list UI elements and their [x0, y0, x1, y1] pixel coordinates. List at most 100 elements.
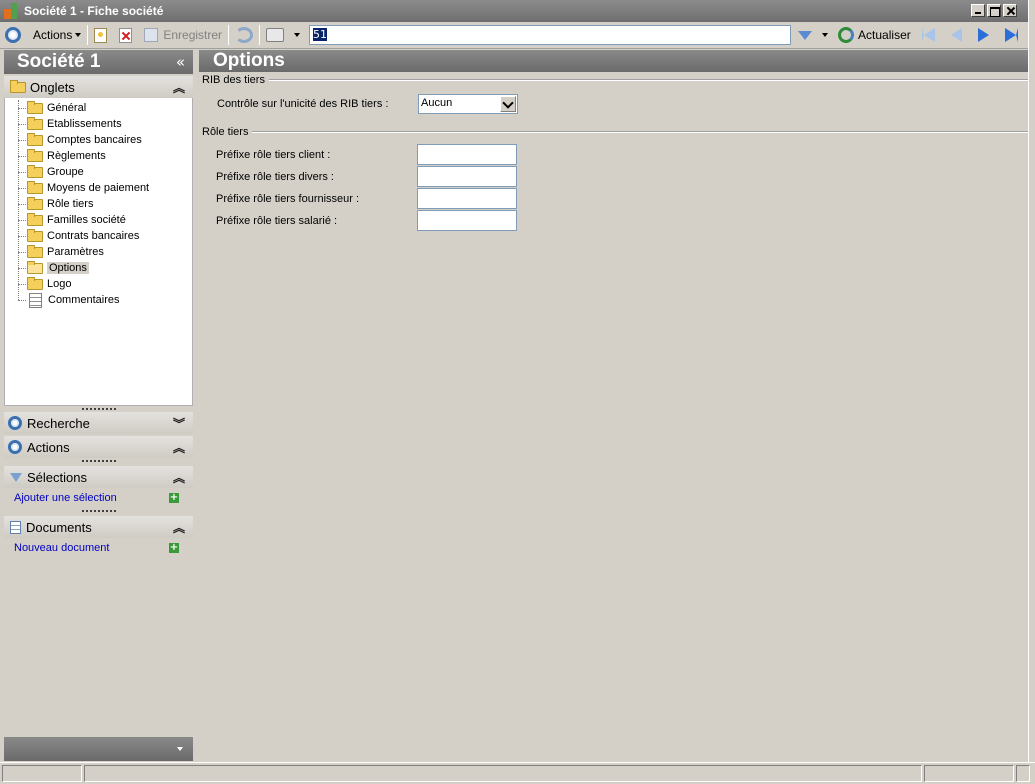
- section-documents[interactable]: Documents ︽: [4, 516, 193, 538]
- folder-icon: [27, 148, 43, 162]
- rib-control-value: Aucun: [421, 97, 453, 109]
- section-actions[interactable]: Actions ︽: [4, 436, 193, 458]
- rib-control-select[interactable]: Aucun: [418, 94, 518, 114]
- tabs-tree: Général Etablissements Comptes bancaires…: [4, 98, 193, 406]
- section-recherche-label: Recherche: [27, 415, 90, 431]
- status-cell: [924, 765, 1014, 782]
- tree-item-label: Contrats bancaires: [47, 230, 140, 242]
- search-input[interactable]: 51: [309, 25, 792, 45]
- new-document-row: Nouveau document +: [4, 538, 193, 558]
- folder-icon: [27, 116, 43, 130]
- section-onglets[interactable]: Onglets ︽: [4, 76, 193, 98]
- close-button[interactable]: [1003, 4, 1017, 17]
- refresh-label: Actualiser: [858, 28, 911, 42]
- chevron-down-icon: [75, 33, 82, 37]
- sidebar-header: Société 1 «: [4, 50, 193, 74]
- chevron-down-icon[interactable]: [500, 96, 516, 112]
- first-record-icon[interactable]: [921, 28, 935, 42]
- tree-item-options[interactable]: Options: [5, 260, 192, 276]
- sync-button[interactable]: [232, 24, 256, 46]
- tree-item-familles-societe[interactable]: Familles société: [5, 212, 192, 228]
- prefix-salarie-field[interactable]: [417, 210, 517, 231]
- tree-item-contrats-bancaires[interactable]: Contrats bancaires: [5, 228, 192, 244]
- resize-grip[interactable]: [1016, 765, 1030, 782]
- actions-circle-icon: [8, 440, 22, 454]
- tree-item-role-tiers[interactable]: Rôle tiers: [5, 196, 192, 212]
- print-button[interactable]: [263, 24, 303, 46]
- tree-item-logo[interactable]: Logo: [5, 276, 192, 292]
- add-icon[interactable]: +: [169, 543, 179, 553]
- next-record-icon[interactable]: [977, 28, 989, 42]
- splitter-grip[interactable]: [4, 458, 193, 464]
- section-selections-label: Sélections: [27, 469, 87, 485]
- collapse-section-icon[interactable]: ︽: [173, 439, 185, 456]
- rib-control-label: Contrôle sur l'unicité des RIB tiers :: [217, 98, 389, 110]
- tree-item-comptes-bancaires[interactable]: Comptes bancaires: [5, 132, 192, 148]
- prefix-client-field[interactable]: [417, 144, 517, 165]
- window-edge: [1028, 0, 1035, 784]
- refresh-button[interactable]: Actualiser: [835, 24, 914, 46]
- tree-item-label: Comptes bancaires: [47, 134, 142, 146]
- previous-record-icon[interactable]: [950, 28, 962, 42]
- group-rib-des-tiers: RIB des tiers: [202, 74, 1028, 86]
- tree-item-moyens-de-paiement[interactable]: Moyens de paiement: [5, 180, 192, 196]
- filter-icon: [798, 30, 813, 40]
- last-record-icon[interactable]: [1004, 28, 1018, 42]
- tree-item-label: Etablissements: [47, 118, 122, 130]
- collapse-section-icon[interactable]: ︽: [173, 469, 185, 486]
- prefix-divers-field[interactable]: [417, 166, 517, 187]
- tree-item-parametres[interactable]: Paramètres: [5, 244, 192, 260]
- chevron-down-icon[interactable]: [177, 747, 183, 751]
- tree-item-etablissements[interactable]: Etablissements: [5, 116, 192, 132]
- toolbar-separator: [228, 25, 230, 45]
- expand-section-icon[interactable]: ︾: [173, 415, 185, 432]
- section-selections[interactable]: Sélections ︽: [4, 466, 193, 488]
- section-recherche[interactable]: Recherche ︾: [4, 412, 193, 434]
- tree-item-label: Moyens de paiement: [47, 182, 150, 194]
- actions-menu-button[interactable]: Actions: [30, 24, 84, 46]
- tree-item-reglements[interactable]: Règlements: [5, 148, 192, 164]
- status-cell: [84, 765, 922, 782]
- toolbar: Actions Enregistrer 51 Actualiser: [0, 22, 1028, 49]
- folder-icon: [27, 196, 43, 210]
- folder-icon: [27, 100, 43, 114]
- add-icon[interactable]: +: [169, 493, 179, 503]
- add-selection-link[interactable]: Ajouter une sélection: [14, 492, 117, 504]
- home-button[interactable]: [0, 24, 24, 46]
- tree-item-label: Options: [47, 262, 89, 274]
- minimize-button[interactable]: [971, 4, 985, 17]
- collapse-sidebar-icon[interactable]: «: [176, 53, 185, 71]
- delete-icon: [119, 27, 133, 43]
- collapse-section-icon[interactable]: ︽: [173, 79, 185, 96]
- save-label: Enregistrer: [163, 28, 223, 42]
- maximize-button[interactable]: [987, 4, 1001, 17]
- save-button[interactable]: Enregistrer: [141, 24, 225, 46]
- tree-item-label: Rôle tiers: [47, 198, 94, 210]
- folder-icon: [27, 180, 43, 194]
- tree-item-general[interactable]: Général: [5, 100, 192, 116]
- save-icon: [144, 28, 159, 42]
- refresh-icon: [838, 27, 855, 43]
- tree-item-commentaires[interactable]: Commentaires: [5, 292, 192, 308]
- delete-button[interactable]: [116, 24, 135, 46]
- chevron-down-icon: [822, 33, 829, 37]
- add-selection-row: Ajouter une sélection +: [4, 488, 193, 508]
- splitter-grip[interactable]: [4, 508, 193, 514]
- new-button[interactable]: [91, 24, 110, 46]
- folder-icon: [27, 132, 43, 146]
- tree-item-groupe[interactable]: Groupe: [5, 164, 192, 180]
- collapse-section-icon[interactable]: ︽: [173, 519, 185, 536]
- search-circle-icon: [8, 416, 22, 430]
- prefix-salarie-label: Préfixe rôle tiers salarié :: [216, 215, 338, 227]
- folder-icon: [10, 79, 26, 93]
- filter-icon: [10, 472, 22, 482]
- toolbar-separator: [259, 25, 261, 45]
- folder-icon: [27, 244, 43, 258]
- toolbar-separator: [87, 25, 89, 45]
- title-bar: Société 1 - Fiche société: [0, 0, 1035, 22]
- prefix-fournisseur-label: Préfixe rôle tiers fournisseur :: [216, 193, 360, 205]
- prefix-fournisseur-field[interactable]: [417, 188, 517, 209]
- section-actions-label: Actions: [27, 439, 70, 455]
- new-document-link[interactable]: Nouveau document: [14, 542, 109, 554]
- filter-button[interactable]: [791, 24, 831, 46]
